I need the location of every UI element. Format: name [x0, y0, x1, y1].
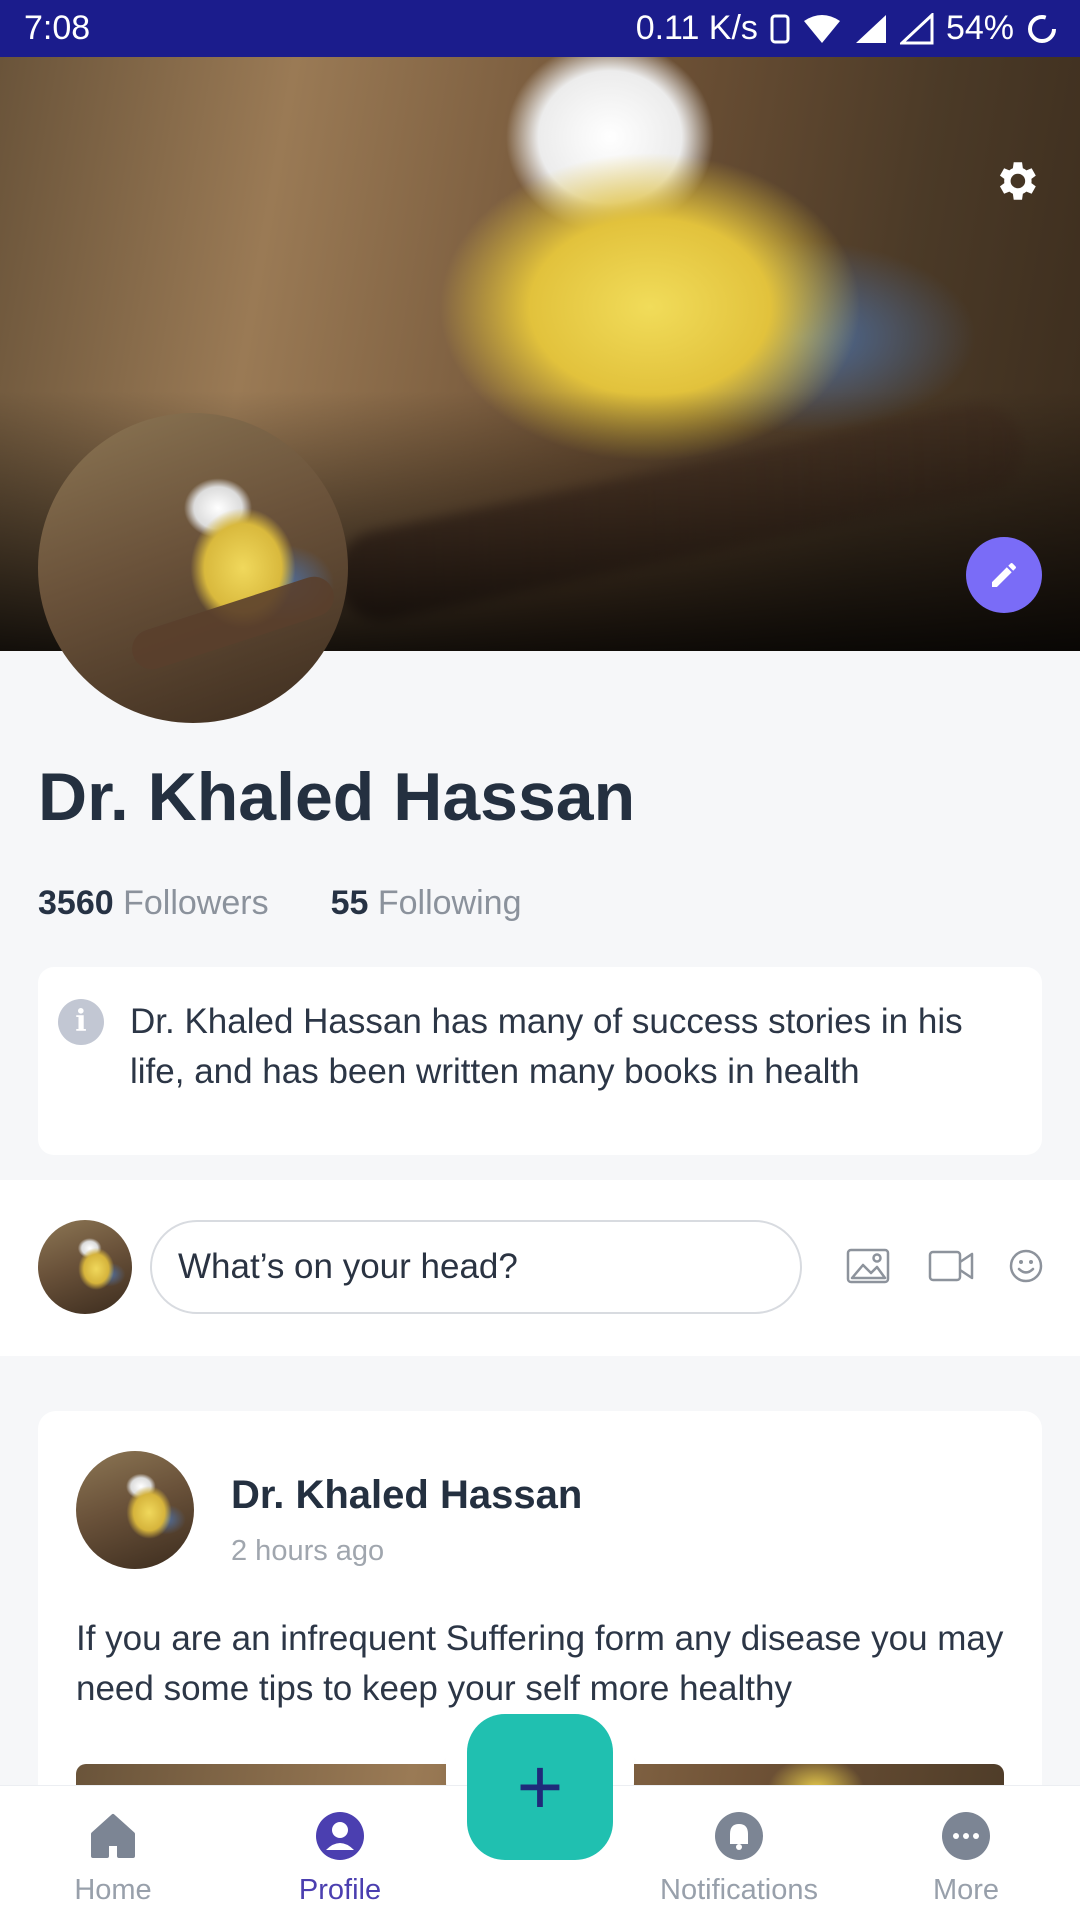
- profile-avatar[interactable]: [38, 413, 348, 723]
- followers-link[interactable]: 3560 Followers: [38, 884, 269, 923]
- signal-2-icon: [899, 12, 934, 44]
- following-count: 55: [330, 884, 369, 922]
- nav-profile[interactable]: Profile: [240, 1810, 440, 1907]
- net-speed: 0.11 K/s: [635, 9, 758, 47]
- wifi-icon: [803, 14, 840, 43]
- post-time: 2 hours ago: [231, 1535, 385, 1567]
- post-input[interactable]: [150, 1220, 802, 1314]
- status-bar: 7:08 0.11 K/s 54%: [0, 0, 1080, 57]
- add-post-button[interactable]: +: [467, 1714, 613, 1860]
- profile-name: Dr. Khaled Hassan: [38, 759, 636, 835]
- battery-level: 54%: [945, 9, 1014, 47]
- profile-stats: 3560 Followers 55 Following: [38, 884, 521, 923]
- home-icon: [91, 1814, 135, 1858]
- image-icon[interactable]: [846, 1248, 890, 1284]
- info-icon: i: [58, 999, 104, 1045]
- user-icon: [316, 1812, 364, 1860]
- followers-count: 3560: [38, 884, 114, 922]
- nav-notifications[interactable]: Notifications: [639, 1810, 839, 1907]
- nav-notifications-label: Notifications: [660, 1874, 818, 1906]
- nav-home-label: Home: [74, 1874, 152, 1906]
- signal-icon: [855, 14, 886, 43]
- more-icon: [942, 1812, 990, 1860]
- phone-icon: [770, 14, 790, 43]
- followers-label: Followers: [123, 884, 269, 922]
- emoji-icon[interactable]: [1008, 1248, 1044, 1284]
- post-author-avatar[interactable]: [76, 1451, 194, 1569]
- edit-cover-button[interactable]: [966, 537, 1042, 613]
- gear-icon: [999, 162, 1036, 200]
- nav-more[interactable]: More: [866, 1810, 1066, 1907]
- nav-profile-label: Profile: [298, 1874, 382, 1906]
- following-label: Following: [377, 884, 522, 922]
- nav-more-label: More: [932, 1874, 1000, 1906]
- bell-icon: [715, 1812, 763, 1860]
- battery-saver-icon: [1028, 14, 1056, 43]
- pencil-icon: [992, 563, 1016, 587]
- bio-text: Dr. Khaled Hassan has many of success st…: [130, 1002, 963, 1091]
- status-time: 7:08: [24, 9, 91, 47]
- post-composer: [0, 1180, 1080, 1356]
- post-author[interactable]: Dr. Khaled Hassan: [231, 1473, 582, 1518]
- video-icon[interactable]: [928, 1248, 974, 1284]
- cover-branch: [328, 395, 1032, 629]
- post-text: If you are an infrequent Suffering form …: [76, 1619, 1004, 1708]
- bio-card: i Dr. Khaled Hassan has many of success …: [38, 967, 1042, 1155]
- settings-button[interactable]: [988, 153, 1044, 209]
- following-link[interactable]: 55 Following: [331, 884, 522, 923]
- nav-home[interactable]: Home: [13, 1810, 213, 1907]
- composer-avatar: [38, 1220, 132, 1314]
